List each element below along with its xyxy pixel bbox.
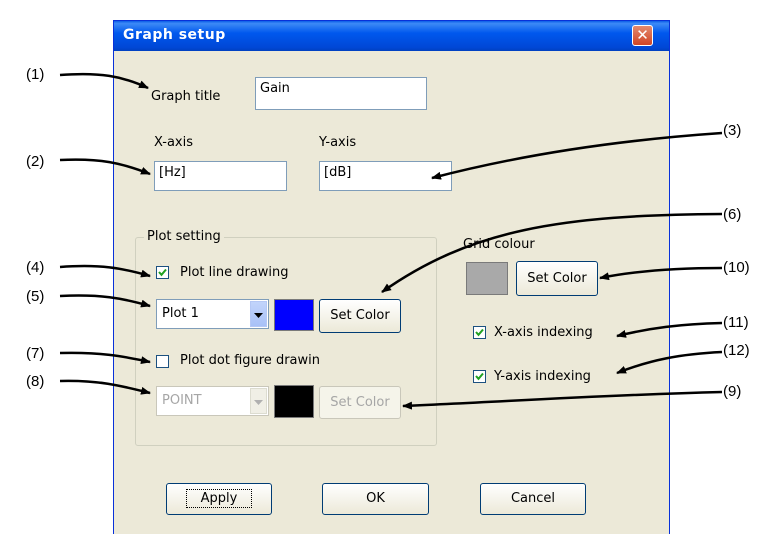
- arrow-10: [599, 266, 723, 281]
- arrow-7: [59, 351, 151, 365]
- arrow-9: [402, 390, 723, 410]
- arrow-2: [59, 158, 151, 176]
- arrow-5: [59, 294, 151, 308]
- callout-arrows: [59, 72, 723, 410]
- arrow-8: [59, 379, 151, 395]
- arrow-12: [616, 350, 723, 375]
- arrow-3: [431, 131, 723, 180]
- arrow-11: [616, 321, 723, 338]
- arrow-1: [59, 72, 149, 90]
- arrow-6: [381, 212, 723, 294]
- arrow-4: [59, 264, 151, 278]
